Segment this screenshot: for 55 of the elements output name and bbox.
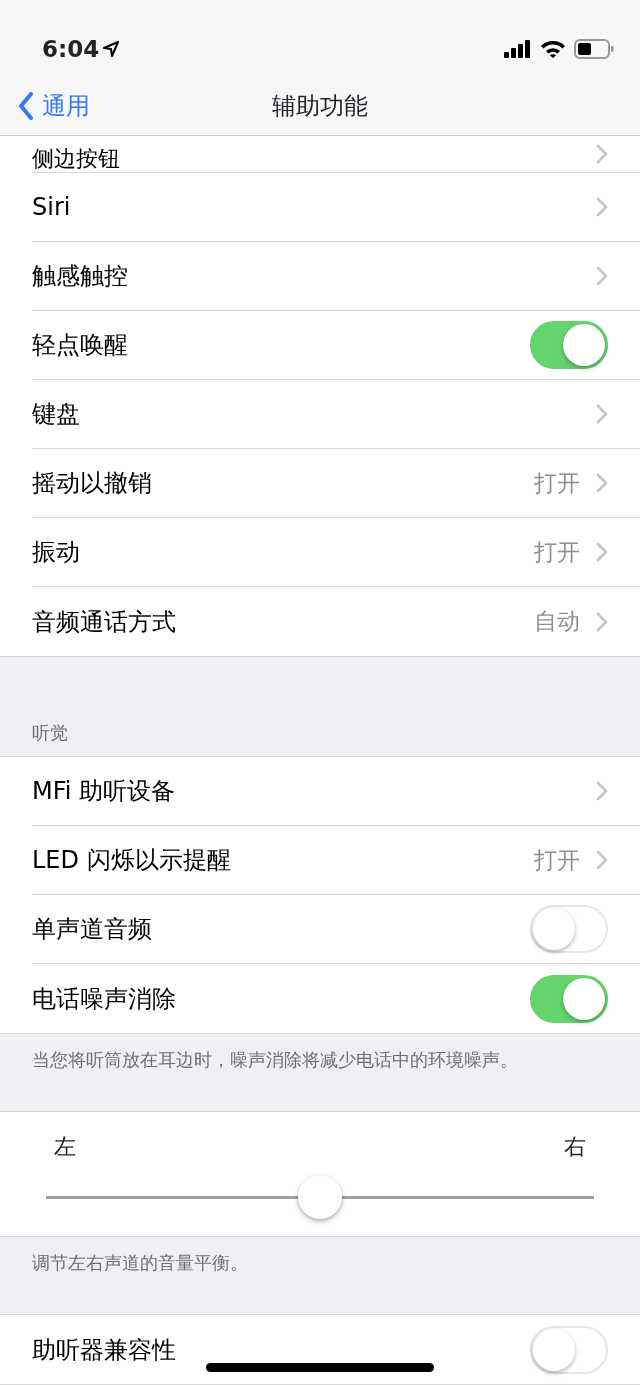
section-footer: 当您将听筒放在耳边时，噪声消除将减少电话中的环境噪声。 xyxy=(0,1034,640,1111)
balance-slider[interactable] xyxy=(46,1175,594,1219)
row-label: 摇动以撤销 xyxy=(32,468,152,499)
row-label: 单声道音频 xyxy=(32,914,152,945)
row-label: 音频通话方式 xyxy=(32,606,176,638)
chevron-right-icon xyxy=(596,611,608,632)
settings-row[interactable]: 电话噪声消除 xyxy=(32,964,640,1033)
chevron-right-icon xyxy=(596,781,608,801)
row-label: Siri xyxy=(32,192,71,223)
settings-row[interactable]: 侧边按钮 xyxy=(32,136,640,173)
row-label: LED 闪烁以示提醒 xyxy=(32,845,231,876)
settings-row[interactable]: 轻点唤醒 xyxy=(32,311,640,380)
section-header: 听觉 xyxy=(31,721,69,745)
settings-row[interactable]: MFi 助听设备 xyxy=(32,757,640,826)
settings-row[interactable]: LED 闪烁以示提醒 打开 xyxy=(32,826,640,895)
back-button[interactable]: 通用 xyxy=(0,76,90,136)
row-label: 助听器兼容性 xyxy=(32,1334,176,1366)
screen-title: 辅助功能 xyxy=(272,91,368,122)
chevron-right-icon xyxy=(596,404,608,424)
battery-icon xyxy=(574,39,614,59)
slider-label: 右 xyxy=(564,1133,586,1161)
slider-label: 左 xyxy=(54,1133,76,1161)
row-label: 轻点唤醒 xyxy=(32,330,128,361)
slider-thumb[interactable] xyxy=(298,1175,342,1219)
settings-row[interactable]: Siri xyxy=(32,173,640,242)
chevron-left-icon xyxy=(18,92,34,120)
row-value: 打开 xyxy=(534,845,580,875)
chevron-right-icon xyxy=(596,542,608,562)
section-footer: 调节左右声道的音量平衡。 xyxy=(0,1237,640,1314)
chevron-right-icon xyxy=(596,850,608,870)
chevron-right-icon xyxy=(596,144,608,164)
row-label: 键盘 xyxy=(32,399,80,430)
row-value: 打开 xyxy=(534,537,580,567)
chevron-right-icon xyxy=(596,197,608,217)
settings-row[interactable]: 单声道音频 xyxy=(32,895,640,964)
row-value: 自动 xyxy=(534,607,580,637)
toggle-switch[interactable] xyxy=(530,974,608,1023)
location-arrow-icon xyxy=(103,41,120,57)
settings-row[interactable]: 键盘 xyxy=(32,380,640,449)
clock-time: 6:04 xyxy=(42,34,100,64)
settings-row[interactable]: 振动 打开 xyxy=(32,518,640,587)
row-label: MFi 助听设备 xyxy=(32,776,176,807)
settings-row[interactable]: 摇动以撤销 打开 xyxy=(32,449,640,518)
row-label: 电话噪声消除 xyxy=(32,983,176,1015)
chevron-right-icon xyxy=(596,266,608,286)
row-label: 触感触控 xyxy=(32,261,128,292)
toggle-switch[interactable] xyxy=(530,321,608,369)
row-label: 侧边按钮 xyxy=(32,146,120,172)
row-label: 振动 xyxy=(32,537,80,568)
chevron-right-icon xyxy=(596,473,608,493)
settings-row[interactable]: 触感触控 xyxy=(32,242,640,311)
signal-icon xyxy=(504,40,532,58)
row-value: 打开 xyxy=(534,468,580,498)
wifi-icon xyxy=(540,40,566,58)
settings-row[interactable]: 音频通话方式 自动 xyxy=(32,587,640,656)
